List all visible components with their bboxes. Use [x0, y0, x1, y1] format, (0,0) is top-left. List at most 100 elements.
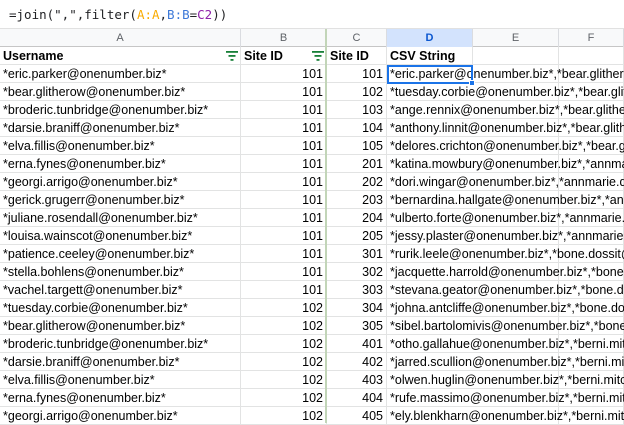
filter-icon[interactable] — [312, 51, 324, 61]
cell-site-id[interactable]: 102 — [241, 317, 327, 335]
cell-site-id[interactable]: 102 — [241, 389, 327, 407]
column-header-c[interactable]: C — [327, 29, 387, 47]
cell-csv-string[interactable]: *sibel.bartolomivis@onenumber.biz*,*bone… — [387, 317, 624, 335]
cell-site-id[interactable]: 101 — [241, 227, 327, 245]
cell-site-id-lookup[interactable]: 403 — [327, 371, 387, 389]
cell-site-id-lookup[interactable]: 105 — [327, 137, 387, 155]
cell-csv-string[interactable]: *eric.parker@onenumber.biz*,*bear.glithe… — [387, 65, 624, 83]
cell-username[interactable]: *broderic.tunbridge@onenumber.biz* — [0, 101, 241, 119]
fill-handle[interactable] — [469, 80, 475, 86]
cell-site-id-lookup[interactable]: 101 — [327, 65, 387, 83]
cell-csv-string[interactable]: *jarred.scullion@onenumber.biz*,*berni.m… — [387, 353, 624, 371]
cell-site-id-lookup[interactable]: 204 — [327, 209, 387, 227]
cell-username[interactable]: *georgi.arrigo@onenumber.biz* — [0, 173, 241, 191]
cell-site-id[interactable]: 101 — [241, 155, 327, 173]
cell-username[interactable]: *patience.ceeley@onenumber.biz* — [0, 245, 241, 263]
cell-username[interactable]: *darsie.braniff@onenumber.biz* — [0, 119, 241, 137]
cell-username[interactable]: *broderic.tunbridge@onenumber.biz* — [0, 335, 241, 353]
cell-csv-string[interactable]: *delores.crichton@onenumber.biz*,*bear.g… — [387, 137, 624, 155]
cell-site-id-lookup[interactable]: 302 — [327, 263, 387, 281]
cell-csv-string[interactable]: *ely.blenkharn@onenumber.biz*,*berni.mit… — [387, 407, 624, 425]
cell-username[interactable]: *juliane.rosendall@onenumber.biz* — [0, 209, 241, 227]
cell-csv-string[interactable]: *olwen.huglin@onenumber.biz*,*berni.mitc… — [387, 371, 624, 389]
cell-site-id[interactable]: 101 — [241, 173, 327, 191]
header-cell-csv-string[interactable]: CSV String — [387, 47, 473, 65]
cell-site-id[interactable]: 102 — [241, 335, 327, 353]
cell-csv-string[interactable]: *stevana.geator@onenumber.biz*,*bone.dos… — [387, 281, 624, 299]
cell-site-id[interactable]: 102 — [241, 353, 327, 371]
cell-site-id[interactable]: 102 — [241, 407, 327, 425]
formula-range-a: A:A — [136, 7, 160, 22]
cell-site-id[interactable]: 101 — [241, 119, 327, 137]
cell-site-id-lookup[interactable]: 201 — [327, 155, 387, 173]
cell-csv-string[interactable]: *ulberto.forte@onenumber.biz*,*annmarie.… — [387, 209, 624, 227]
cell-username[interactable]: *erna.fynes@onenumber.biz* — [0, 155, 241, 173]
header-cell-e[interactable] — [473, 47, 559, 65]
table-row: *juliane.rosendall@onenumber.biz* 101 204 *… — [0, 209, 624, 227]
cell-site-id[interactable]: 101 — [241, 281, 327, 299]
cell-username[interactable]: *tuesday.corbie@onenumber.biz* — [0, 299, 241, 317]
cell-site-id-lookup[interactable]: 104 — [327, 119, 387, 137]
cell-csv-string[interactable]: *johna.antcliffe@onenumber.biz*,*bone.do… — [387, 299, 624, 317]
cell-username[interactable]: *elva.fillis@onenumber.biz* — [0, 137, 241, 155]
frozen-column-divider[interactable] — [325, 29, 327, 423]
cell-site-id[interactable]: 101 — [241, 137, 327, 155]
cell-site-id[interactable]: 101 — [241, 101, 327, 119]
cell-site-id-lookup[interactable]: 404 — [327, 389, 387, 407]
cell-site-id-lookup[interactable]: 402 — [327, 353, 387, 371]
cell-site-id[interactable]: 101 — [241, 263, 327, 281]
column-header-b[interactable]: B — [241, 29, 327, 47]
formula-bar[interactable]: =join(",",filter(A:A,B:B=C2)) — [0, 0, 624, 29]
column-header-f[interactable]: F — [559, 29, 624, 47]
cell-username[interactable]: *vachel.targett@onenumber.biz* — [0, 281, 241, 299]
header-cell-f[interactable] — [559, 47, 624, 65]
header-cell-username[interactable]: Username — [0, 47, 241, 65]
cell-csv-string[interactable]: *jacquette.harrold@onenumber.biz*,*bone.… — [387, 263, 624, 281]
cell-username[interactable]: *gerick.grugerr@onenumber.biz* — [0, 191, 241, 209]
cell-site-id-lookup[interactable]: 103 — [327, 101, 387, 119]
cell-csv-string[interactable]: *katina.mowbury@onenumber.biz*,*annmarie… — [387, 155, 624, 173]
filter-icon[interactable] — [226, 51, 238, 61]
cell-site-id-lookup[interactable]: 102 — [327, 83, 387, 101]
cell-username[interactable]: *bear.glitherow@onenumber.biz* — [0, 317, 241, 335]
cell-csv-string[interactable]: *rufe.massimo@onenumber.biz*,*berni.mitc… — [387, 389, 624, 407]
cell-site-id[interactable]: 102 — [241, 299, 327, 317]
cell-username[interactable]: *darsie.braniff@onenumber.biz* — [0, 353, 241, 371]
cell-csv-string[interactable]: *jessy.plaster@onenumber.biz*,*annmarie.… — [387, 227, 624, 245]
cell-csv-string[interactable]: *bernardina.hallgate@onenumber.biz*,*ann… — [387, 191, 624, 209]
cell-username[interactable]: *erna.fynes@onenumber.biz* — [0, 389, 241, 407]
cell-site-id-lookup[interactable]: 303 — [327, 281, 387, 299]
column-header-a[interactable]: A — [0, 29, 241, 47]
cell-site-id-lookup[interactable]: 304 — [327, 299, 387, 317]
cell-username[interactable]: *eric.parker@onenumber.biz* — [0, 65, 241, 83]
cell-site-id[interactable]: 101 — [241, 191, 327, 209]
column-header-e[interactable]: E — [473, 29, 559, 47]
cell-site-id-lookup[interactable]: 405 — [327, 407, 387, 425]
table-row: *vachel.targett@onenumber.biz* 101 303 *ste… — [0, 281, 624, 299]
cell-csv-string[interactable]: *otho.gallahue@onenumber.biz*,*berni.mit… — [387, 335, 624, 353]
cell-username[interactable]: *bear.glitherow@onenumber.biz* — [0, 83, 241, 101]
cell-site-id-lookup[interactable]: 301 — [327, 245, 387, 263]
cell-csv-string[interactable]: *rurik.leele@onenumber.biz*,*bone.dossit… — [387, 245, 624, 263]
cell-site-id[interactable]: 101 — [241, 65, 327, 83]
cell-site-id[interactable]: 101 — [241, 83, 327, 101]
cell-site-id-lookup[interactable]: 202 — [327, 173, 387, 191]
table-row: *louisa.wainscot@onenumber.biz* 101 205 *je… — [0, 227, 624, 245]
cell-csv-string[interactable]: *ange.rennix@onenumber.biz*,*bear.glithe… — [387, 101, 624, 119]
cell-site-id-lookup[interactable]: 305 — [327, 317, 387, 335]
cell-username[interactable]: *georgi.arrigo@onenumber.biz* — [0, 407, 241, 425]
cell-site-id[interactable]: 102 — [241, 371, 327, 389]
cell-site-id[interactable]: 101 — [241, 245, 327, 263]
cell-csv-string[interactable]: *anthony.linnit@onenumber.biz*,*bear.gli… — [387, 119, 624, 137]
cell-username[interactable]: *louisa.wainscot@onenumber.biz* — [0, 227, 241, 245]
cell-site-id-lookup[interactable]: 205 — [327, 227, 387, 245]
cell-site-id-lookup[interactable]: 401 — [327, 335, 387, 353]
column-header-d[interactable]: D — [387, 29, 473, 47]
cell-username[interactable]: *stella.bohlens@onenumber.biz* — [0, 263, 241, 281]
cell-username[interactable]: *elva.fillis@onenumber.biz* — [0, 371, 241, 389]
cell-site-id[interactable]: 101 — [241, 209, 327, 227]
cell-site-id-lookup[interactable]: 203 — [327, 191, 387, 209]
header-cell-site-id-lookup[interactable]: Site ID — [327, 47, 387, 65]
cell-csv-string[interactable]: *dori.wingar@onenumber.biz*,*annmarie.di… — [387, 173, 624, 191]
cell-csv-string[interactable]: *tuesday.corbie@onenumber.biz*,*bear.gli… — [387, 83, 624, 101]
